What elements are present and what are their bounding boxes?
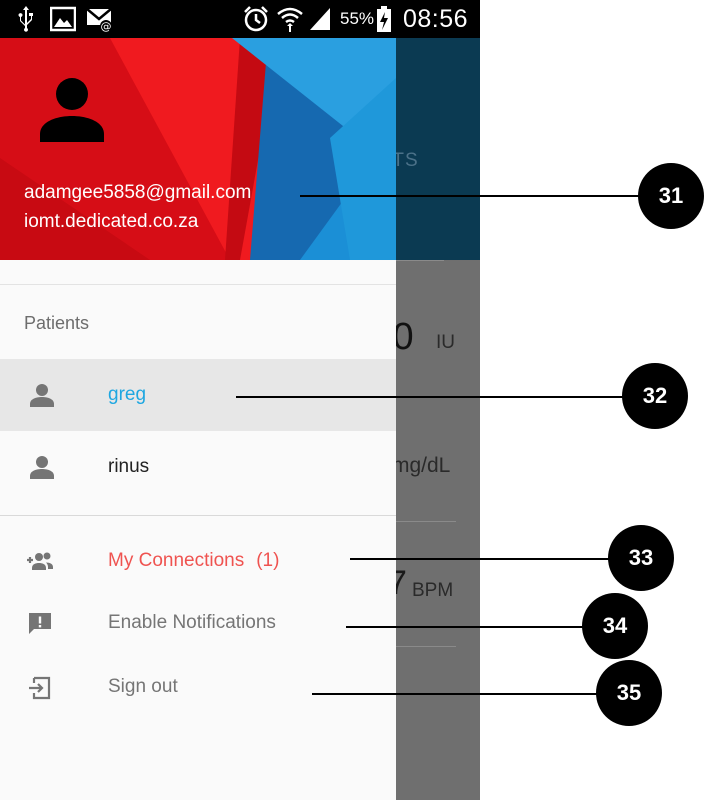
status-bar: @ 55% 08:56 [0, 0, 480, 38]
navigation-drawer: adamgee5858@gmail.com iomt.dedicated.co.… [0, 38, 396, 800]
callout-badge-32: 32 [622, 363, 688, 429]
sign-out-label: Sign out [108, 676, 178, 697]
mail-icon: @ [86, 8, 112, 33]
callout-badge-34: 34 [582, 593, 648, 659]
menu-label: My Connections (1) [108, 550, 279, 572]
battery-charging-icon [377, 6, 391, 32]
person-icon [30, 456, 54, 479]
avatar-icon[interactable] [36, 74, 108, 146]
divider [0, 284, 396, 285]
menu-enable-notifications[interactable]: Enable Notifications [0, 596, 396, 652]
person-icon [30, 384, 54, 407]
menu-my-connections[interactable]: My Connections (1) [0, 534, 396, 590]
signal-icon [310, 8, 330, 30]
background-insulin-unit: IU [436, 332, 455, 353]
background-tab-label: RTS [396, 150, 419, 171]
drawer-header: adamgee5858@gmail.com iomt.dedicated.co.… [0, 38, 396, 260]
status-time: 08:56 [403, 5, 469, 33]
background-divider [396, 260, 444, 261]
connections-count-badge: (1) [256, 550, 280, 571]
background-divider [396, 646, 456, 647]
callout-line-34 [346, 626, 586, 628]
alarm-icon [244, 6, 268, 32]
patient-item-rinus[interactable]: rinus [0, 431, 396, 503]
background-divider [396, 521, 456, 522]
enable-notifications-label: Enable Notifications [108, 612, 276, 633]
callout-line-31 [300, 195, 642, 197]
callout-badge-31: 31 [638, 163, 704, 229]
sign-out-icon [29, 676, 51, 700]
callout-badge-35: 35 [596, 660, 662, 726]
patient-name: greg [108, 384, 147, 405]
background-glucose-unit: mg/dL [396, 454, 451, 477]
callout-line-33 [350, 558, 612, 560]
annotated-screenshot: @ 55% 08:56 TS 0 IU mg/dL 7 BPM adamgee5… [0, 0, 720, 800]
background-heart-rate-unit: BPM [412, 580, 454, 601]
battery-percent: 55% [340, 9, 375, 28]
feedback-alert-icon [29, 613, 51, 634]
wifi-icon [277, 7, 303, 32]
account-server: iomt.dedicated.co.za [24, 211, 199, 232]
add-group-icon [27, 552, 53, 570]
background-app-scrim[interactable]: RTS .0 IU mg/dL 7 BPM [396, 38, 480, 800]
account-email: adamgee5858@gmail.com [24, 182, 252, 203]
patients-section-title: Patients [24, 313, 90, 333]
callout-line-32 [236, 396, 628, 398]
patient-name: rinus [108, 456, 150, 477]
phone-screen: @ 55% 08:56 TS 0 IU mg/dL 7 BPM adamgee5… [0, 0, 480, 800]
background-heart-rate-value: 7 [396, 564, 407, 602]
usb-icon [18, 6, 33, 32]
menu-sign-out[interactable]: Sign out [0, 660, 396, 716]
background-app-bar: RTS [396, 38, 480, 260]
divider [0, 515, 396, 516]
gallery-icon [50, 6, 76, 32]
svg-text:@: @ [101, 20, 112, 33]
background-insulin-value: .0 [396, 316, 414, 358]
callout-line-35 [312, 693, 600, 695]
my-connections-label: My Connections [108, 550, 245, 571]
callout-badge-33: 33 [608, 525, 674, 591]
patient-item-greg[interactable]: greg [0, 359, 396, 431]
